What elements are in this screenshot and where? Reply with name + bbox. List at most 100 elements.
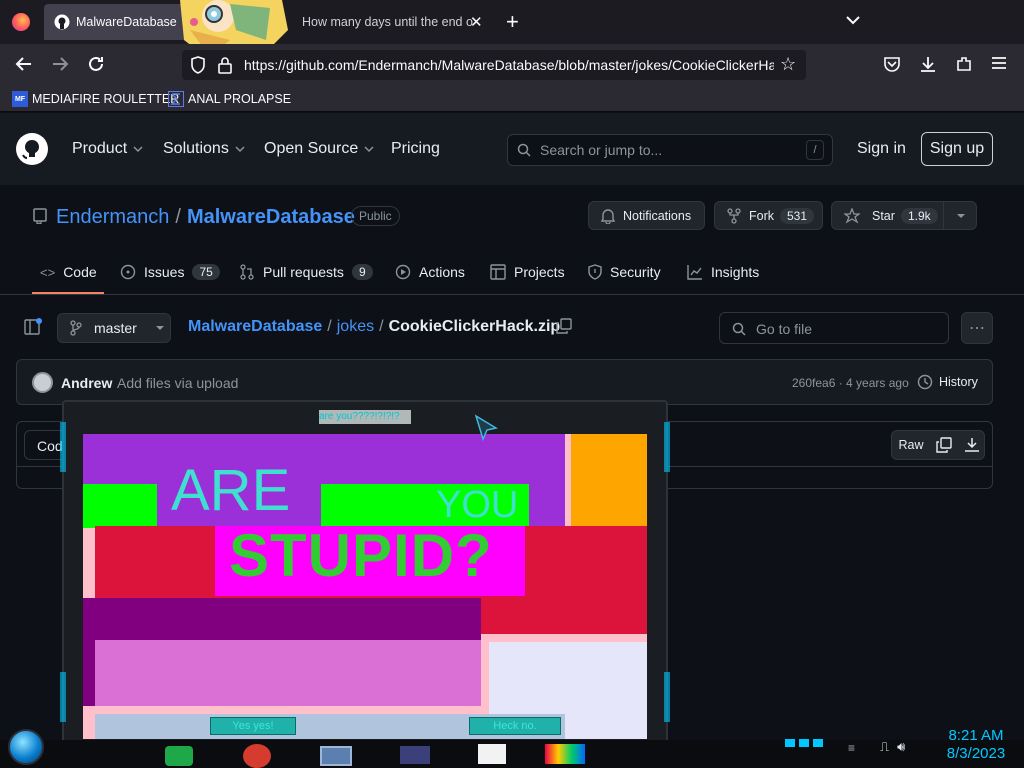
- volume-icon[interactable]: 🔊︎: [897, 739, 905, 755]
- back-icon[interactable]: [15, 55, 33, 73]
- go-to-file-input[interactable]: Go to file: [719, 312, 949, 344]
- notifications-button[interactable]: Notifications: [588, 201, 705, 230]
- system-tray: ⎍ 🔊︎: [880, 739, 905, 755]
- taskbar-app-icon[interactable]: [165, 746, 193, 766]
- firefox-icon[interactable]: [12, 13, 30, 31]
- taskbar-accent: [785, 739, 825, 747]
- frame-accent: [60, 422, 66, 472]
- frame-accent: [60, 672, 66, 722]
- star-button[interactable]: Star 1.9k: [831, 201, 977, 230]
- pull-request-icon: [240, 264, 254, 280]
- avatar[interactable]: [32, 372, 53, 393]
- clock-time: 8:21 AM: [948, 727, 1004, 744]
- tab-pull-requests[interactable]: Pull requests 9: [239, 262, 373, 282]
- download-icon[interactable]: [964, 437, 980, 453]
- fork-button[interactable]: Fork 531: [714, 201, 823, 230]
- taskbar-app-icon[interactable]: [545, 744, 585, 764]
- start-orb-icon[interactable]: [8, 729, 44, 765]
- bookmark-mediafire[interactable]: MF MEDIAFIRE ROULETTER: [12, 90, 179, 108]
- tab-title: How many days until the end o: [302, 15, 473, 29]
- tab-label: Issues: [144, 264, 185, 280]
- tab-security[interactable]: Security: [588, 262, 661, 282]
- tab-days-until[interactable]: How many days until the end o: [290, 0, 490, 44]
- forward-icon[interactable]: [51, 55, 69, 73]
- commit-author[interactable]: Andrew: [61, 375, 112, 391]
- raw-button[interactable]: Raw: [892, 438, 930, 452]
- text-you: YOU: [436, 484, 519, 526]
- breadcrumb-repo-link[interactable]: MalwareDatabase: [188, 318, 322, 336]
- sign-up-button[interactable]: Sign up: [921, 132, 993, 166]
- lock-icon[interactable]: [218, 56, 232, 74]
- search-input[interactable]: Search or jump to... /: [507, 134, 833, 166]
- nav-pricing[interactable]: Pricing: [391, 140, 440, 158]
- mediafire-icon: MF: [12, 91, 28, 107]
- tab-insights[interactable]: Insights: [687, 262, 759, 282]
- popup-canvas: ARE YOU STUPID? Yes yes! Heck no.: [83, 434, 647, 739]
- no-button[interactable]: Heck no.: [469, 717, 561, 735]
- go-to-file-placeholder: Go to file: [756, 321, 813, 337]
- search-shortcut-key: /: [806, 140, 824, 160]
- nav-solutions[interactable]: Solutions: [163, 140, 245, 158]
- sidebar-toggle-icon[interactable]: [24, 318, 44, 336]
- taskbar: [0, 740, 1024, 768]
- repo-owner-link[interactable]: Endermanch: [56, 206, 169, 229]
- popup-title: are you????!?!?!?: [319, 410, 411, 424]
- block-orchid: [95, 640, 481, 706]
- branch-icon: [70, 320, 82, 336]
- extensions-icon[interactable]: [955, 55, 973, 73]
- breadcrumb-dir-link[interactable]: jokes: [337, 318, 374, 336]
- nav-label: Pricing: [391, 140, 440, 157]
- tab-label: Code: [63, 264, 97, 280]
- nav-product[interactable]: Product: [72, 140, 143, 158]
- repo-name-link[interactable]: MalwareDatabase: [187, 206, 355, 229]
- nav-label: Product: [72, 140, 128, 157]
- file-actions-group: Raw: [891, 430, 985, 460]
- downloads-icon[interactable]: [919, 55, 937, 73]
- commit-meta: 260fea6 · 4 years ago: [792, 376, 909, 390]
- chevron-down-icon: [235, 146, 245, 153]
- clock[interactable]: 8:21 AM 8/3/2023: [936, 727, 1016, 763]
- copy-path-icon[interactable]: [556, 318, 572, 334]
- history-label: History: [939, 375, 978, 389]
- url-text[interactable]: https://github.com/Endermanch/MalwareDat…: [244, 57, 774, 73]
- network-icon[interactable]: ⎍: [880, 739, 889, 755]
- commit-message[interactable]: Add files via upload: [117, 375, 238, 391]
- bell-icon: [601, 208, 615, 224]
- more-options-button[interactable]: ⋯: [961, 312, 993, 344]
- tab-issues[interactable]: Issues 75: [120, 262, 220, 282]
- nav-open-source[interactable]: Open Source: [264, 140, 374, 158]
- bookmark-sigma-icon: [168, 91, 184, 107]
- github-logo-icon[interactable]: [16, 133, 48, 165]
- reload-icon[interactable]: [87, 55, 105, 73]
- branch-selector[interactable]: master: [57, 313, 171, 343]
- close-tab-icon[interactable]: ✕: [470, 13, 483, 31]
- breadcrumb-filename: CookieClickerHack.zip: [388, 318, 561, 335]
- frame-accent: [664, 422, 670, 472]
- tab-code[interactable]: <> Code: [40, 262, 97, 282]
- search-icon: [732, 322, 746, 336]
- tab-actions[interactable]: Actions: [395, 262, 465, 282]
- taskbar-explorer-icon[interactable]: [320, 746, 352, 766]
- tracking-shield-icon[interactable]: [190, 56, 206, 74]
- pocket-icon[interactable]: [883, 56, 901, 72]
- sign-in-link[interactable]: Sign in: [857, 140, 906, 158]
- new-tab-icon[interactable]: +: [506, 9, 519, 35]
- bookmark-second[interactable]: ANAL PROLAPSE: [168, 90, 291, 108]
- list-tabs-icon[interactable]: [845, 12, 861, 28]
- block-dark-purple: [83, 640, 95, 706]
- taskbar-app-icon[interactable]: [400, 746, 430, 764]
- nav-label: Solutions: [163, 140, 229, 157]
- show-hidden-icons-icon[interactable]: ≡: [848, 741, 855, 755]
- history-link[interactable]: History: [917, 374, 978, 390]
- bookmark-star-icon[interactable]: ☆: [780, 54, 796, 75]
- taskbar-firefox-icon[interactable]: [243, 744, 271, 768]
- notifications-label: Notifications: [623, 208, 692, 223]
- tab-projects[interactable]: Projects: [490, 262, 565, 282]
- taskbar-app-icon[interactable]: [478, 744, 506, 764]
- yes-button[interactable]: Yes yes!: [210, 717, 296, 735]
- tab-label: Pull requests: [263, 264, 344, 280]
- search-icon: [517, 143, 531, 157]
- copy-icon[interactable]: [936, 437, 952, 453]
- text-are: ARE: [171, 458, 291, 523]
- menu-icon[interactable]: [991, 56, 1007, 70]
